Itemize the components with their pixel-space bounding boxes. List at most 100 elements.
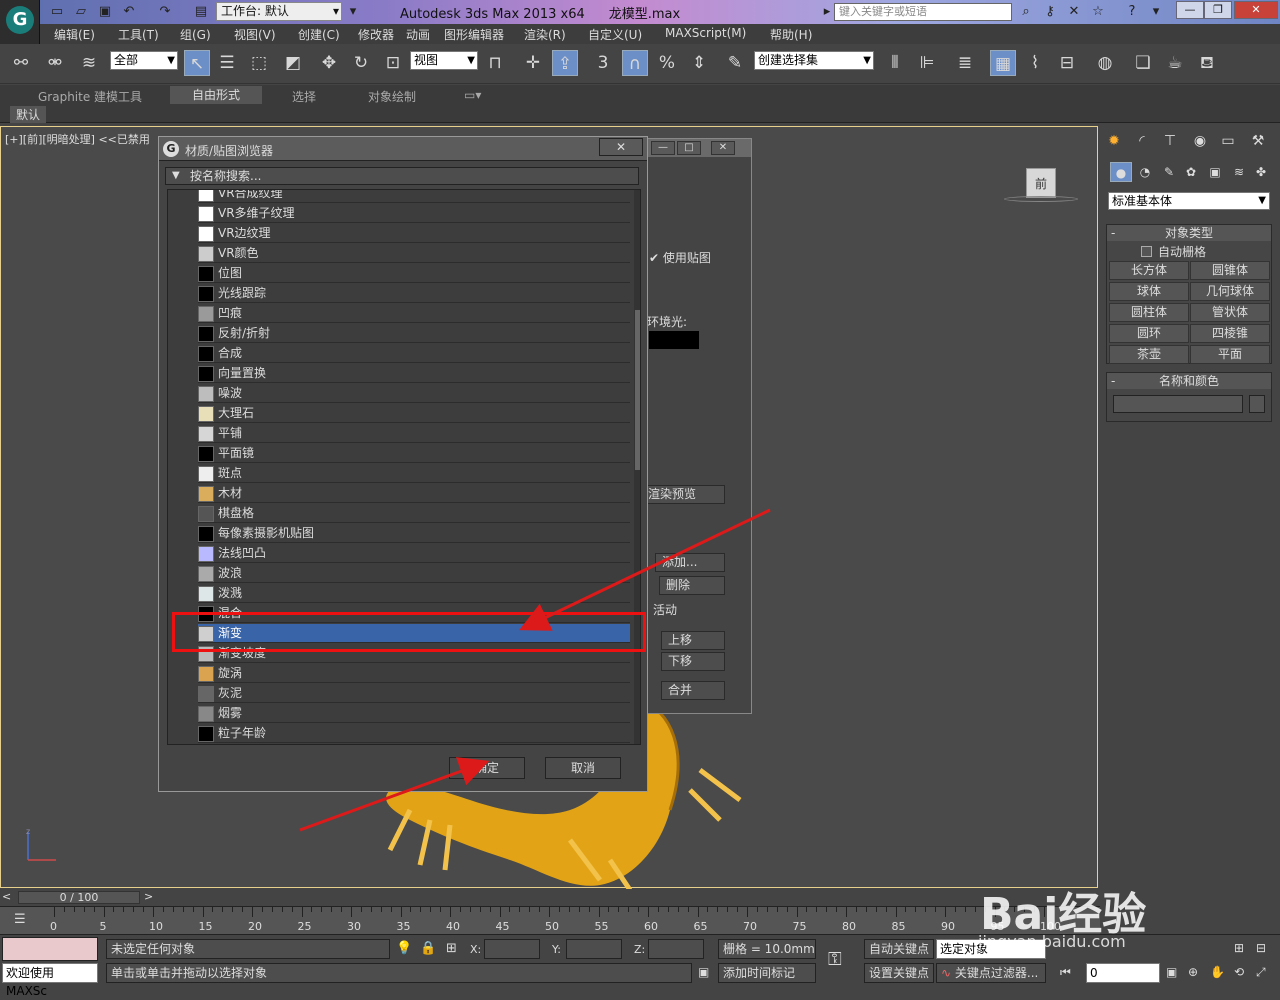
- save-icon[interactable]: ▣: [96, 3, 114, 21]
- undo-icon[interactable]: ↶: [120, 3, 138, 21]
- scale-icon[interactable]: ⊡: [380, 50, 406, 76]
- menu-help[interactable]: 帮助(H): [770, 26, 812, 43]
- map-list-item[interactable]: 位图: [198, 264, 630, 283]
- maximize-viewport-icon[interactable]: ⤢: [1256, 965, 1266, 980]
- object-type-header[interactable]: - 对象类型: [1107, 225, 1271, 241]
- keyboard-shortcut-override-icon[interactable]: ⇪: [552, 50, 578, 76]
- app-menu-button[interactable]: G: [0, 0, 40, 44]
- torus-button[interactable]: 圆环: [1109, 324, 1189, 343]
- tube-button[interactable]: 管状体: [1190, 303, 1270, 322]
- name-color-header[interactable]: - 名称和颜色: [1107, 373, 1271, 389]
- percent-snap-icon[interactable]: %: [654, 50, 680, 76]
- quick-access-dropdown-icon[interactable]: ▾: [344, 3, 362, 21]
- menu-rendering[interactable]: 渲染(R): [524, 26, 566, 43]
- map-list-item[interactable]: 平面镜: [198, 444, 630, 463]
- delete-button[interactable]: 删除: [659, 576, 725, 595]
- map-list-item[interactable]: 每像素摄影机贴图: [198, 524, 630, 543]
- maxscript-listener-area[interactable]: [2, 937, 98, 961]
- shapes-icon[interactable]: ◔: [1134, 162, 1156, 182]
- orbit-icon[interactable]: ⟲: [1234, 965, 1244, 979]
- pivot-center-icon[interactable]: ⊓: [482, 50, 508, 76]
- menu-tools[interactable]: 工具(T): [118, 26, 159, 43]
- zoom-icon[interactable]: ⊕: [1188, 965, 1198, 979]
- snaps-toggle-icon[interactable]: 3: [590, 50, 616, 76]
- render-setup-icon[interactable]: ❏: [1130, 50, 1156, 76]
- lights-icon[interactable]: ✎: [1158, 162, 1180, 182]
- me-minimize-button[interactable]: —: [651, 141, 675, 155]
- menu-views[interactable]: 视图(V): [234, 26, 276, 43]
- unlink-icon[interactable]: ⚮: [42, 50, 68, 76]
- viewcube-ring[interactable]: [1004, 196, 1078, 202]
- map-list-item[interactable]: 烟雾: [198, 704, 630, 723]
- map-list-item[interactable]: 向量置换: [198, 364, 630, 383]
- tab-graphite[interactable]: Graphite 建模工具: [38, 88, 142, 105]
- map-list-item[interactable]: 凹痕: [198, 304, 630, 323]
- layer-manager-icon[interactable]: ≣: [952, 50, 978, 76]
- move-icon[interactable]: ✥: [316, 50, 342, 76]
- hierarchy-tab-icon[interactable]: ⊤: [1158, 130, 1182, 152]
- binoculars-icon[interactable]: ⌕: [1016, 3, 1036, 21]
- viewcube[interactable]: 前: [1026, 168, 1056, 198]
- menu-graph-editors[interactable]: 图形编辑器: [444, 26, 504, 43]
- map-list-item[interactable]: 泼溅: [198, 584, 630, 603]
- ribbon-options-icon[interactable]: ▭▾: [464, 88, 481, 102]
- add-button[interactable]: 添加...: [655, 553, 725, 572]
- map-list-item[interactable]: 波浪: [198, 564, 630, 583]
- tab-freeform[interactable]: 自由形式: [170, 86, 263, 104]
- time-prev-icon[interactable]: <: [2, 890, 11, 903]
- minimize-button[interactable]: —: [1176, 1, 1204, 19]
- map-list-item[interactable]: 灰泥: [198, 684, 630, 703]
- primitive-type-dropdown[interactable]: 标准基本体 ▼: [1108, 192, 1270, 210]
- rendered-frame-window-icon[interactable]: ☕: [1162, 50, 1188, 76]
- bind-space-warp-icon[interactable]: ≋: [76, 50, 102, 76]
- list-scrollbar[interactable]: [634, 190, 640, 744]
- open-file-icon[interactable]: ▱: [72, 3, 90, 21]
- map-list-item[interactable]: 棋盘格: [198, 504, 630, 523]
- map-list-item[interactable]: 合成: [198, 344, 630, 363]
- map-list-item[interactable]: 木材: [198, 484, 630, 503]
- geometry-icon[interactable]: ●: [1110, 162, 1132, 182]
- named-selection-sets-dropdown[interactable]: 创建选择集 ▼: [754, 51, 874, 70]
- object-color-swatch[interactable]: [1249, 395, 1265, 413]
- select-by-name-icon[interactable]: ☰: [214, 50, 240, 76]
- me-maximize-button[interactable]: □: [677, 141, 701, 155]
- align-icon[interactable]: ⊫: [914, 50, 940, 76]
- restore-button[interactable]: ❐: [1204, 1, 1232, 19]
- viewport-label[interactable]: [+][前][明暗处理] <<已禁用: [5, 131, 150, 147]
- utilities-tab-icon[interactable]: ⚒: [1246, 130, 1270, 152]
- helpers-icon[interactable]: ▣: [1204, 162, 1226, 182]
- space-warps-icon[interactable]: ≋: [1228, 162, 1250, 182]
- isolate-icon[interactable]: 💡: [396, 941, 412, 956]
- browser-close-button[interactable]: ✕: [599, 138, 643, 156]
- menu-edit[interactable]: 编辑(E): [54, 26, 95, 43]
- object-name-input[interactable]: [1113, 395, 1243, 413]
- systems-icon[interactable]: ✤: [1250, 162, 1272, 182]
- set-key-key-icon[interactable]: ⚿: [828, 949, 842, 970]
- modify-tab-icon[interactable]: ◜: [1130, 130, 1154, 152]
- options-arrow-icon[interactable]: ▼: [172, 168, 180, 184]
- tab-object-paint[interactable]: 对象绘制: [368, 88, 416, 105]
- move-down-button[interactable]: 下移: [661, 652, 725, 671]
- select-object-icon[interactable]: ↖: [184, 50, 210, 76]
- map-list-item[interactable]: 大理石: [198, 404, 630, 423]
- map-list-item[interactable]: VR多维子纹理: [198, 204, 630, 223]
- spinner-snap-icon[interactable]: ⇕: [686, 50, 712, 76]
- plane-button[interactable]: 平面: [1190, 345, 1270, 364]
- subscription-icon[interactable]: ⚷: [1040, 3, 1060, 21]
- lock-icon[interactable]: 🔒: [420, 941, 436, 956]
- curve-editor-icon[interactable]: ⌇: [1022, 50, 1048, 76]
- material-editor-icon[interactable]: ◍: [1092, 50, 1118, 76]
- help-dropdown-icon[interactable]: ▾: [1146, 3, 1166, 21]
- x-coord-input[interactable]: [484, 939, 540, 959]
- new-file-icon[interactable]: ▭: [48, 3, 66, 21]
- map-list-item[interactable]: 旋涡: [198, 664, 630, 683]
- auto-key-button[interactable]: 自动关键点: [864, 939, 934, 959]
- tab-selection[interactable]: 选择: [292, 88, 316, 105]
- time-slider[interactable]: < >: [0, 889, 1100, 905]
- time-config-icon[interactable]: ▣: [1166, 965, 1177, 979]
- add-time-tag[interactable]: 添加时间标记: [718, 963, 816, 983]
- close-button[interactable]: ✕: [1234, 1, 1278, 19]
- graphite-toggle-icon[interactable]: ▦: [990, 50, 1016, 76]
- selection-filter-dropdown[interactable]: 全部 ▼: [110, 51, 178, 70]
- me-close-button[interactable]: ✕: [711, 141, 735, 155]
